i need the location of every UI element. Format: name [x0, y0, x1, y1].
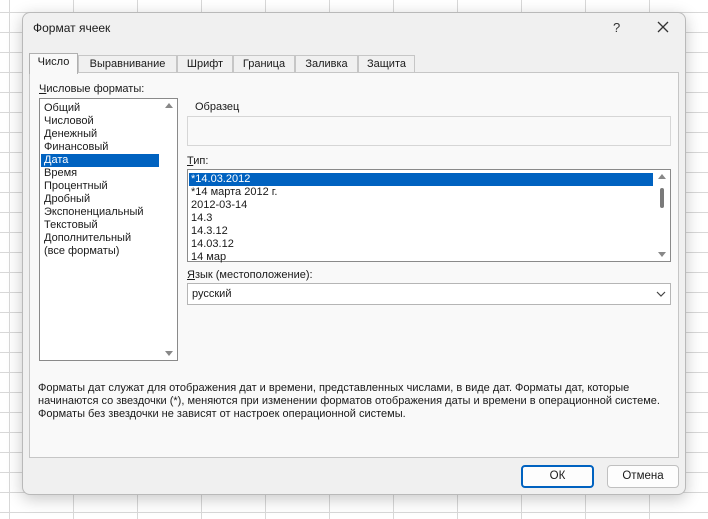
- cancel-button[interactable]: Отмена: [607, 465, 679, 488]
- tab-fill[interactable]: Заливка: [295, 55, 358, 73]
- tab-protection[interactable]: Защита: [358, 55, 415, 73]
- type-label-text: ип:: [193, 155, 209, 167]
- category-custom[interactable]: (все форматы): [41, 245, 159, 258]
- close-icon[interactable]: [652, 16, 674, 38]
- categories-label: Числовые форматы:: [39, 83, 144, 95]
- type-item[interactable]: 14.3.12: [189, 225, 653, 238]
- number-tab-panel: Числовые форматы: Общий Числовой Денежны…: [29, 72, 679, 458]
- category-time[interactable]: Время: [41, 167, 159, 180]
- ok-button[interactable]: ОК: [521, 465, 594, 488]
- categories-label-text: исловые форматы:: [46, 83, 145, 95]
- title-bar: Формат ячеек ?: [23, 13, 685, 45]
- sample-preview: [187, 116, 671, 146]
- type-item[interactable]: *14 марта 2012 г.: [189, 186, 653, 199]
- type-label: Тип:: [187, 155, 208, 167]
- scroll-down-icon[interactable]: [658, 252, 666, 257]
- format-cells-dialog: Формат ячеек ? Число Выравнивание Шрифт …: [22, 12, 686, 495]
- category-date[interactable]: Дата: [41, 154, 159, 167]
- category-fraction[interactable]: Дробный: [41, 193, 159, 206]
- category-general[interactable]: Общий: [41, 102, 159, 115]
- category-accounting[interactable]: Финансовый: [41, 141, 159, 154]
- language-label-hotkey: Я: [187, 269, 195, 281]
- language-value: русский: [192, 288, 232, 300]
- format-description: Форматы дат служат для отображения дат и…: [38, 382, 660, 420]
- type-item[interactable]: 14 мар: [189, 251, 653, 264]
- category-currency[interactable]: Денежный: [41, 128, 159, 141]
- language-dropdown[interactable]: русский: [187, 283, 671, 305]
- language-label: Язык (местоположение):: [187, 269, 313, 281]
- category-special[interactable]: Дополнительный: [41, 232, 159, 245]
- type-item[interactable]: 14.03.12: [189, 238, 653, 251]
- type-item[interactable]: 14.3: [189, 212, 653, 225]
- category-percentage[interactable]: Процентный: [41, 180, 159, 193]
- language-label-text: зык (местоположение):: [194, 269, 313, 281]
- tab-font[interactable]: Шрифт: [177, 55, 233, 73]
- type-item[interactable]: 2012-03-14: [189, 199, 653, 212]
- tab-border[interactable]: Граница: [233, 55, 295, 73]
- dialog-title: Формат ячеек: [33, 21, 111, 35]
- scroll-thumb[interactable]: [660, 188, 664, 208]
- scroll-up-icon[interactable]: [658, 174, 666, 179]
- category-text[interactable]: Текстовый: [41, 219, 159, 232]
- tab-number[interactable]: Число: [29, 53, 78, 74]
- type-list[interactable]: *14.03.2012 *14 марта 2012 г. 2012-03-14…: [187, 169, 671, 264]
- category-list[interactable]: Общий Числовой Денежный Финансовый Дата …: [39, 98, 178, 361]
- tab-alignment[interactable]: Выравнивание: [78, 55, 177, 73]
- category-number[interactable]: Числовой: [41, 115, 159, 128]
- type-scrollbar[interactable]: [654, 170, 670, 261]
- scroll-down-icon[interactable]: [165, 351, 173, 356]
- type-item[interactable]: *14.03.2012: [189, 173, 653, 186]
- sample-label: Образец: [195, 101, 240, 113]
- category-scientific[interactable]: Экспоненциальный: [41, 206, 159, 219]
- chevron-down-icon[interactable]: [655, 288, 667, 300]
- help-button[interactable]: ?: [613, 20, 620, 35]
- scroll-up-icon[interactable]: [165, 103, 173, 108]
- category-scrollbar[interactable]: [161, 99, 177, 360]
